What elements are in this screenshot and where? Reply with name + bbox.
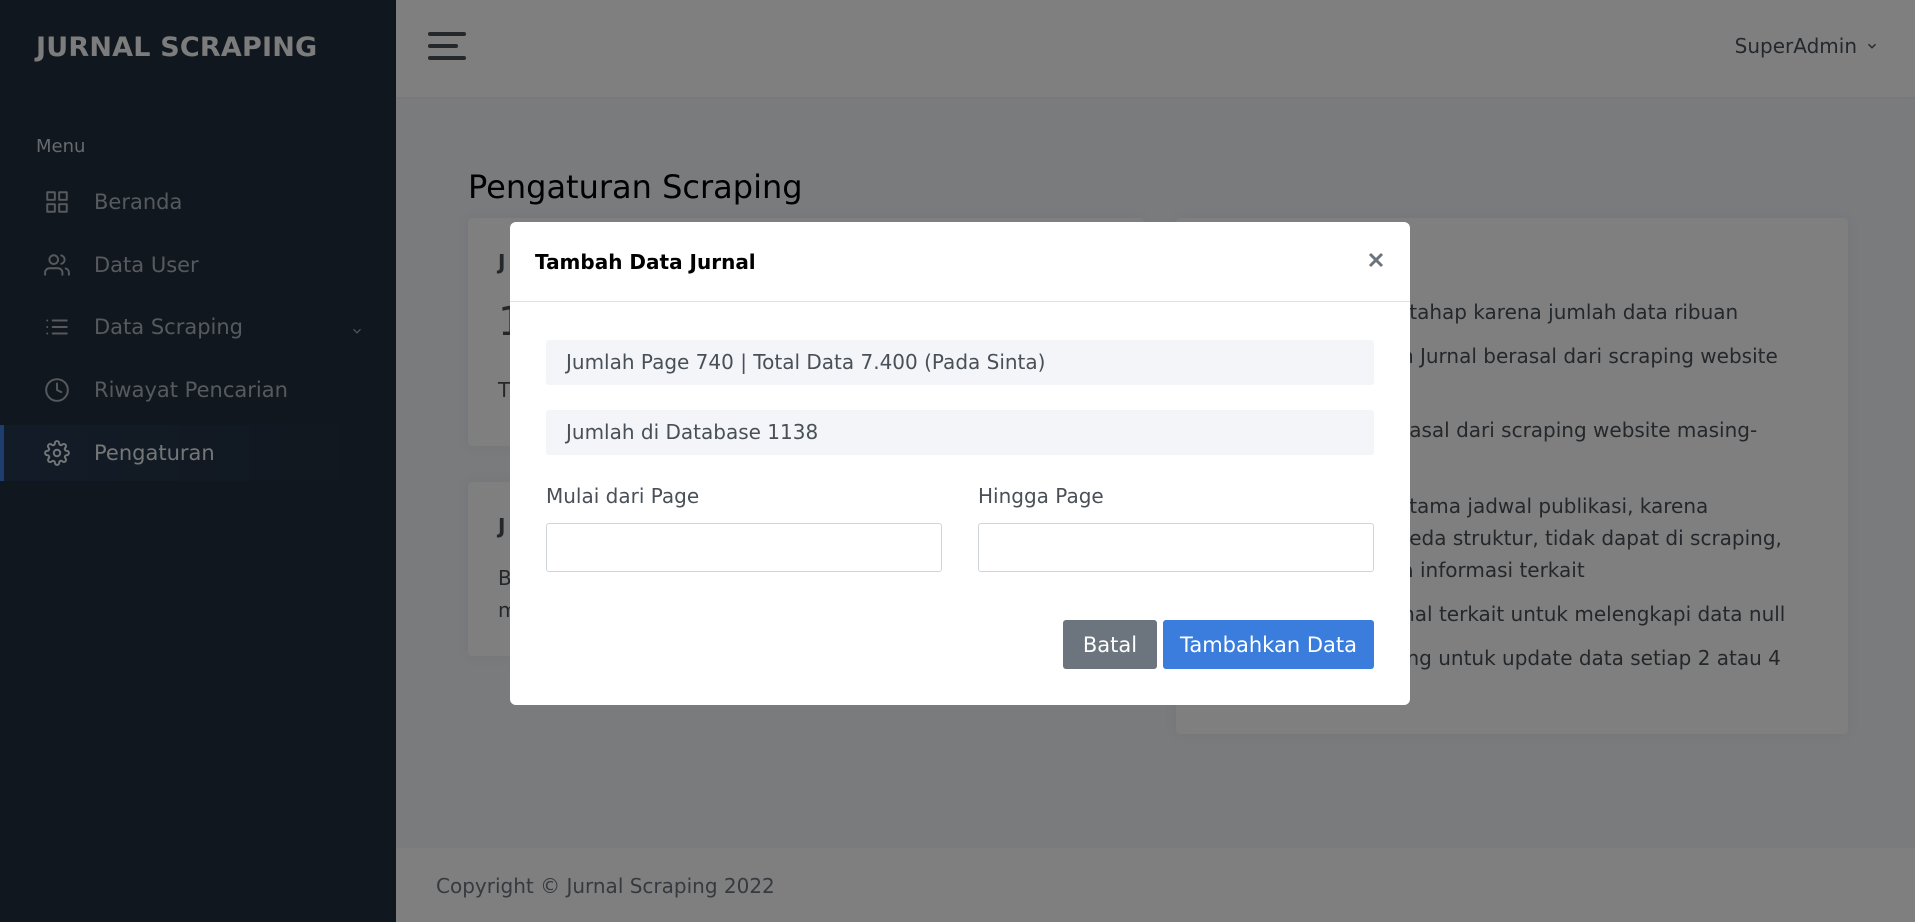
modal-title: Tambah Data Jurnal: [535, 250, 756, 274]
modal-header: Tambah Data Jurnal: [510, 222, 1410, 302]
add-data-button[interactable]: Tambahkan Data: [1163, 620, 1374, 669]
end-page-label: Hingga Page: [978, 484, 1104, 508]
end-page-input[interactable]: [978, 523, 1374, 572]
start-page-label: Mulai dari Page: [546, 484, 700, 508]
close-button[interactable]: [1364, 248, 1388, 272]
close-icon: [1368, 252, 1384, 268]
page-total-info: Jumlah Page 740 | Total Data 7.400 (Pada…: [546, 340, 1374, 385]
database-count-info: Jumlah di Database 1138: [546, 410, 1374, 455]
add-journal-modal: Tambah Data Jurnal Jumlah Page 740 | Tot…: [510, 222, 1410, 705]
cancel-button[interactable]: Batal: [1063, 620, 1157, 669]
start-page-input[interactable]: [546, 523, 942, 572]
